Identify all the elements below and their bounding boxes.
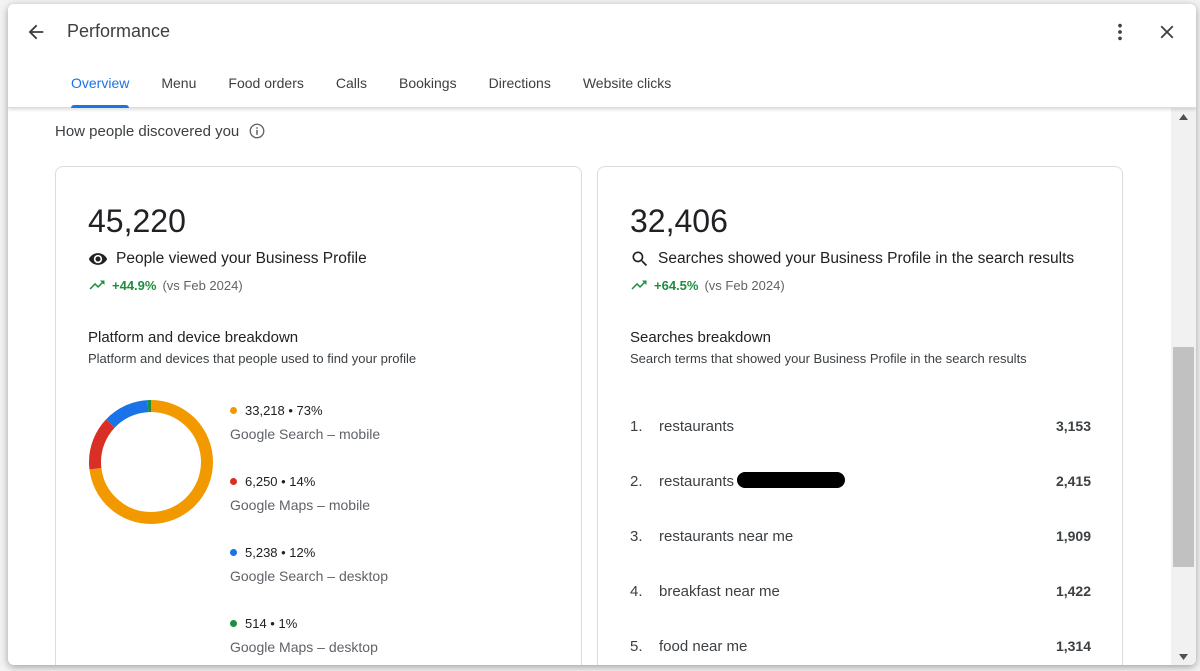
search-rank: 1. [630, 417, 643, 435]
dialog-content: How people discovered you 45,220 People … [8, 108, 1196, 665]
search-term: breakfast near me [659, 582, 780, 600]
search-count: 3,153 [1055, 418, 1091, 434]
more-options-button[interactable] [1106, 18, 1134, 46]
searches-metric: Searches showed your Business Profile in… [630, 249, 1074, 269]
search-rank: 4. [630, 582, 643, 600]
views-metric-label: People viewed your Business Profile [116, 250, 367, 267]
scroll-up-button[interactable] [1171, 108, 1196, 125]
legend-dot [230, 478, 237, 485]
views-trend-pct: +44.9% [112, 277, 157, 293]
legend-item-search-desktop: 5,238 • 12% Google Search – desktop [230, 545, 530, 584]
platform-breakdown-desc: Platform and devices that people used to… [88, 351, 417, 366]
tab-menu[interactable]: Menu [145, 64, 212, 108]
searches-card: 32,406 Searches showed your Business Pro… [597, 166, 1123, 665]
search-count: 2,415 [1055, 473, 1091, 489]
search-count: 1,314 [1055, 638, 1091, 654]
tab-calls[interactable]: Calls [320, 64, 383, 108]
list-item: 2. restaurants 2,415 [630, 466, 1091, 496]
trending-up-icon [631, 280, 647, 290]
legend-value: 5,238 • 12% [245, 545, 316, 560]
info-icon[interactable] [248, 122, 266, 140]
tab-website-clicks[interactable]: Website clicks [567, 64, 687, 108]
search-rank: 2. [630, 472, 643, 490]
searches-total: 32,406 [630, 203, 728, 239]
legend-dot [230, 549, 237, 556]
scroll-thumb[interactable] [1173, 347, 1194, 567]
section-title: How people discovered you [55, 122, 266, 140]
searches-breakdown-desc: Search terms that showed your Business P… [630, 351, 1027, 366]
trending-up-icon [89, 280, 105, 290]
legend-item-search-mobile: 33,218 • 73% Google Search – mobile [230, 403, 530, 442]
list-item: 4. breakfast near me 1,422 [630, 576, 1091, 606]
dialog-header: Performance Overview Menu Food orders Ca… [8, 4, 1196, 108]
vertical-scrollbar[interactable] [1171, 108, 1196, 665]
search-count: 1,909 [1055, 528, 1091, 544]
search-icon [630, 249, 650, 269]
back-button[interactable] [22, 18, 50, 46]
caret-down-icon [1179, 653, 1188, 660]
search-term: food near me [659, 637, 748, 655]
searches-metric-label: Searches showed your Business Profile in… [658, 250, 1075, 267]
views-total: 45,220 [88, 203, 186, 239]
legend-label: Google Search – desktop [230, 568, 388, 584]
searches-trend-pct: +64.5% [654, 277, 699, 293]
legend-value: 514 • 1% [245, 616, 298, 631]
searches-trend-vs: (vs Feb 2024) [704, 277, 785, 293]
platform-donut-chart [89, 400, 213, 524]
section-title-text: How people discovered you [55, 122, 240, 140]
legend-label: Google Search – mobile [230, 426, 381, 442]
platform-breakdown-title: Platform and device breakdown [88, 329, 299, 346]
legend-label: Google Maps – mobile [230, 497, 371, 513]
redaction-mark [737, 472, 845, 488]
searches-trend: +64.5% (vs Feb 2024) [630, 276, 785, 294]
list-item: 5. food near me 1,314 [630, 631, 1091, 661]
eye-icon [88, 249, 108, 269]
performance-dialog: Performance Overview Menu Food orders Ca… [8, 4, 1196, 665]
caret-up-icon [1179, 113, 1188, 120]
search-rank: 5. [630, 637, 643, 655]
views-metric: People viewed your Business Profile [88, 249, 367, 269]
list-item: 3. restaurants near me 1,909 [630, 521, 1091, 551]
search-term: restaurants near me [659, 527, 794, 545]
legend-value: 6,250 • 14% [245, 474, 316, 489]
views-card: 45,220 People viewed your Business Profi… [55, 166, 582, 665]
dialog-title: Performance [67, 21, 171, 41]
views-trend-vs: (vs Feb 2024) [162, 277, 243, 293]
search-rank: 3. [630, 527, 643, 545]
tab-bar: Overview Menu Food orders Calls Bookings… [55, 64, 687, 108]
searches-breakdown-title: Searches breakdown [630, 329, 771, 346]
more-vert-icon [1118, 23, 1122, 41]
close-button[interactable] [1153, 18, 1181, 46]
legend-dot [230, 407, 237, 414]
close-icon [1160, 25, 1174, 39]
search-count: 1,422 [1055, 583, 1091, 599]
legend-item-maps-mobile: 6,250 • 14% Google Maps – mobile [230, 474, 530, 513]
views-trend: +44.9% (vs Feb 2024) [88, 276, 243, 294]
arrow-back-icon [28, 24, 44, 40]
search-term: restaurants [659, 472, 735, 490]
scroll-down-button[interactable] [1171, 648, 1196, 665]
legend-label: Google Maps – desktop [230, 639, 378, 655]
tab-directions[interactable]: Directions [473, 64, 567, 108]
list-item: 1. restaurants 3,153 [630, 411, 1091, 441]
tab-bookings[interactable]: Bookings [383, 64, 473, 108]
tab-overview[interactable]: Overview [55, 64, 145, 108]
legend-dot [230, 620, 237, 627]
legend-item-maps-desktop: 514 • 1% Google Maps – desktop [230, 616, 530, 655]
legend-value: 33,218 • 73% [245, 403, 323, 418]
search-term: restaurants [659, 417, 735, 435]
tab-food-orders[interactable]: Food orders [212, 64, 319, 108]
